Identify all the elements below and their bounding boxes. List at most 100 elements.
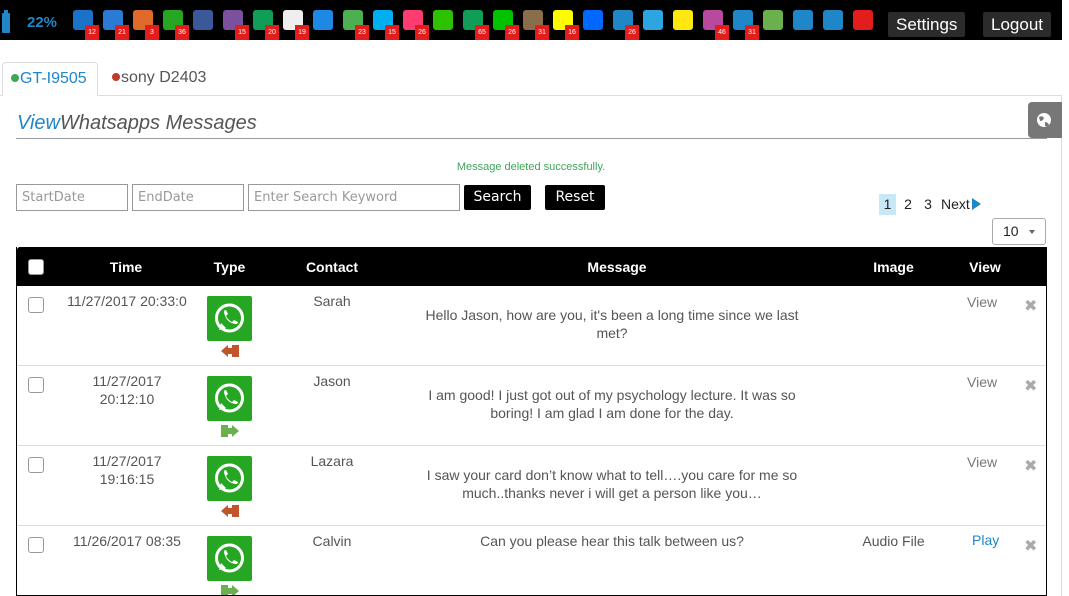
contact-name: Calvin [312,533,352,549]
page-3-link[interactable]: 3 [920,194,936,215]
select-all-checkbox[interactable] [28,259,44,275]
time-line: 11/27/2017 [92,453,162,469]
play-link[interactable]: Play [972,532,999,548]
download-icon[interactable] [763,10,783,30]
notification-count-badge: 26 [415,25,429,40]
header-contact: Contact [305,259,359,275]
incoming-arrow-icon [221,505,239,517]
notification-count-badge: 12 [85,25,99,40]
message-line: much..thanks never i will get a person l… [462,485,762,501]
delete-icon[interactable]: ✖ [1024,296,1037,316]
end-date-field[interactable]: EndDate [132,184,244,211]
logout-button[interactable]: Logout [983,12,1051,37]
next-label: Next [941,196,970,212]
view-link[interactable]: View [967,294,997,310]
browser-icon[interactable]: 31 [733,10,759,40]
snapchat-icon[interactable]: 16 [553,10,579,40]
message-time: 11/26/2017 08:35 [57,532,197,550]
delete-icon[interactable]: ✖ [1024,456,1037,476]
view-link[interactable]: View [967,374,997,390]
message-line: I saw your card don’t know what to tell…… [426,467,798,483]
tab-sony-d2403[interactable]: sony D2403 [104,62,214,96]
kakaotalk-icon[interactable] [673,10,693,30]
phone-icon[interactable]: 12 [73,10,99,40]
whatsapp-icon [207,456,252,501]
search-button[interactable]: Search [464,185,531,210]
tab-label: GT-I9505 [20,70,87,87]
help-icon[interactable] [823,10,843,30]
contact-name: Sarah [313,293,351,309]
row-checkbox[interactable] [28,377,44,393]
wechat-icon[interactable] [433,10,453,30]
success-message: Message deleted successfully. [456,161,606,173]
row-checkbox[interactable] [28,457,44,473]
reset-button[interactable]: Reset [545,185,605,210]
header-message: Message [587,259,647,275]
time-line: 20:12:10 [99,391,155,407]
notification-count-badge: 21 [115,25,129,40]
page-1-link[interactable]: 1 [879,194,896,215]
mail-icon[interactable]: 21 [103,10,129,40]
delete-icon[interactable]: ✖ [1024,376,1037,396]
header-image: Image [873,259,914,275]
zalo-icon[interactable] [583,10,603,30]
notification-count-badge: 46 [715,25,729,40]
imo-icon[interactable]: 26 [613,10,639,40]
incoming-arrow-icon [221,345,239,357]
online-status-dot [11,74,19,82]
header-type: Type [213,259,246,275]
row-checkbox[interactable] [28,297,44,313]
page-title-prefix: View [17,112,60,134]
gallery-icon[interactable]: 46 [703,10,729,40]
skype-icon[interactable]: 15 [373,10,399,40]
whatsapp-icon[interactable]: 36 [163,10,189,40]
tab-gt-i9505[interactable]: GT-I9505 [2,62,98,96]
notification-count-badge: 65 [475,25,489,40]
notification-count-badge: 31 [535,25,549,40]
notification-count-badge: 36 [175,25,189,40]
hike-icon[interactable] [313,10,333,30]
line-icon[interactable]: 26 [493,10,519,40]
notification-count-badge: 23 [355,25,369,40]
time-line: 11/26/2017 08:35 [73,533,181,549]
message-line: boring! I am glad I am done for the day. [490,405,734,421]
dollar-icon[interactable] [793,10,813,30]
message-line: I am good! I just got out of my psycholo… [428,387,796,403]
telegram-icon[interactable] [643,10,663,30]
hangouts-icon[interactable]: 20 [253,10,279,40]
message-text: Hello Jason, how are you, it's been a lo… [397,306,827,342]
notification-count-badge: 15 [385,25,399,40]
whatsapp-icon [207,296,252,341]
messages-icon[interactable]: 3 [133,10,159,40]
time-line: 19:16:15 [99,471,155,487]
message-text: I saw your card don’t know what to tell…… [397,466,827,502]
search-input[interactable]: Enter Search Keyword [248,184,460,211]
header-view: View [969,259,1001,275]
page-size-select[interactable]: 10 [992,218,1046,245]
start-date-field[interactable]: StartDate [16,184,128,211]
notification-count-badge: 20 [265,25,279,40]
gmail-icon[interactable]: 19 [283,10,309,40]
contact-name: Jason [313,373,351,389]
instagram-icon[interactable]: 31 [523,10,549,40]
viber-icon[interactable]: 15 [223,10,249,40]
notification-count-badge: 16 [565,25,579,40]
language-button[interactable] [1028,102,1062,138]
message-line: Hello Jason, how are you, it's been a lo… [425,307,799,323]
header-time: Time [109,259,143,275]
delete-icon[interactable]: ✖ [1024,536,1037,556]
facebook-icon[interactable] [193,10,213,30]
page-2-link[interactable]: 2 [900,194,916,215]
row-checkbox[interactable] [28,537,44,553]
battery-icon [2,10,10,33]
view-link[interactable]: View [967,454,997,470]
hangouts-chat-icon[interactable]: 65 [463,10,489,40]
alarm-icon[interactable] [853,10,873,30]
settings-button[interactable]: Settings [888,12,966,37]
offline-status-dot [112,73,120,81]
table-row: 11/27/2017 20:12:10 Jason I am good! I just… [17,366,1046,446]
tinder-icon[interactable]: 26 [403,10,429,40]
next-page-link[interactable]: Next [941,194,991,215]
kik-icon[interactable]: 23 [343,10,369,40]
time-line: 11/27/2017 [92,373,162,389]
